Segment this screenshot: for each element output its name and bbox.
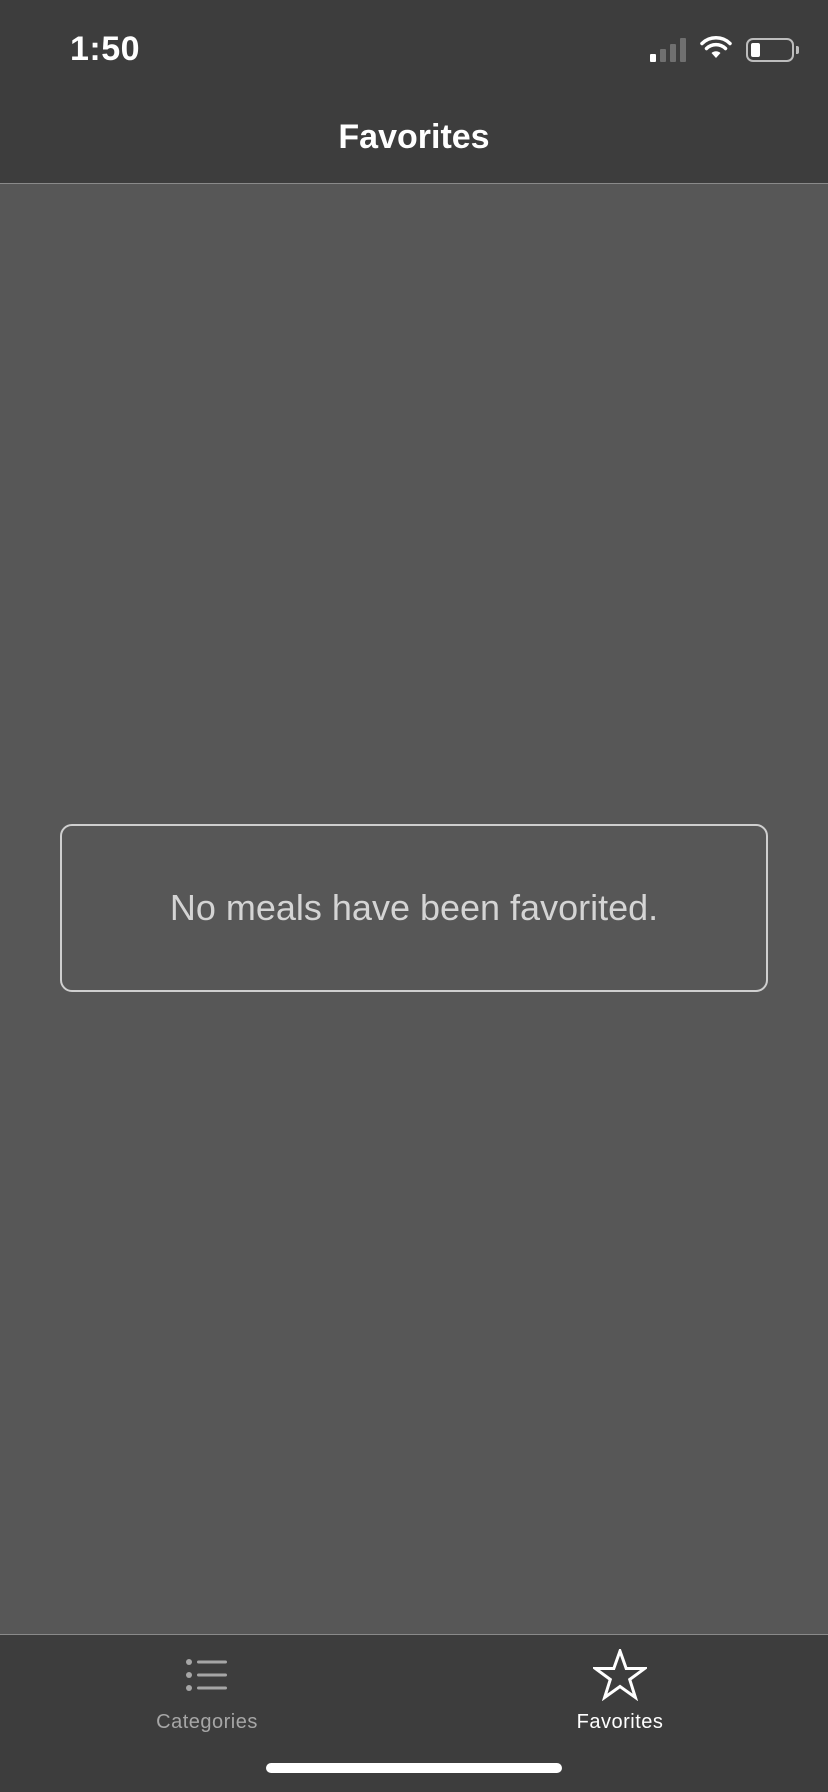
- list-icon: [185, 1645, 229, 1705]
- tab-bar: Categories Favorites: [0, 1634, 828, 1792]
- tab-categories[interactable]: Categories: [97, 1645, 317, 1745]
- tab-favorites[interactable]: Favorites: [510, 1645, 730, 1745]
- tab-favorites-label: Favorites: [576, 1711, 664, 1733]
- home-indicator[interactable]: [266, 1763, 562, 1773]
- favorites-screen: 1:50 Favorites No meals have been favori…: [0, 0, 828, 1792]
- header: 1:50 Favorites: [0, 0, 828, 184]
- empty-state-box: No meals have been favorited.: [60, 824, 768, 992]
- status-icons: [650, 35, 799, 65]
- page-title: Favorites: [338, 118, 490, 156]
- wifi-icon: [700, 35, 732, 65]
- empty-state-message: No meals have been favorited.: [169, 887, 659, 928]
- star-icon: [593, 1645, 647, 1705]
- tab-categories-label: Categories: [156, 1711, 258, 1733]
- battery-icon: [746, 38, 799, 62]
- status-time: 1:50: [70, 30, 141, 68]
- cellular-signal-icon: [650, 38, 686, 62]
